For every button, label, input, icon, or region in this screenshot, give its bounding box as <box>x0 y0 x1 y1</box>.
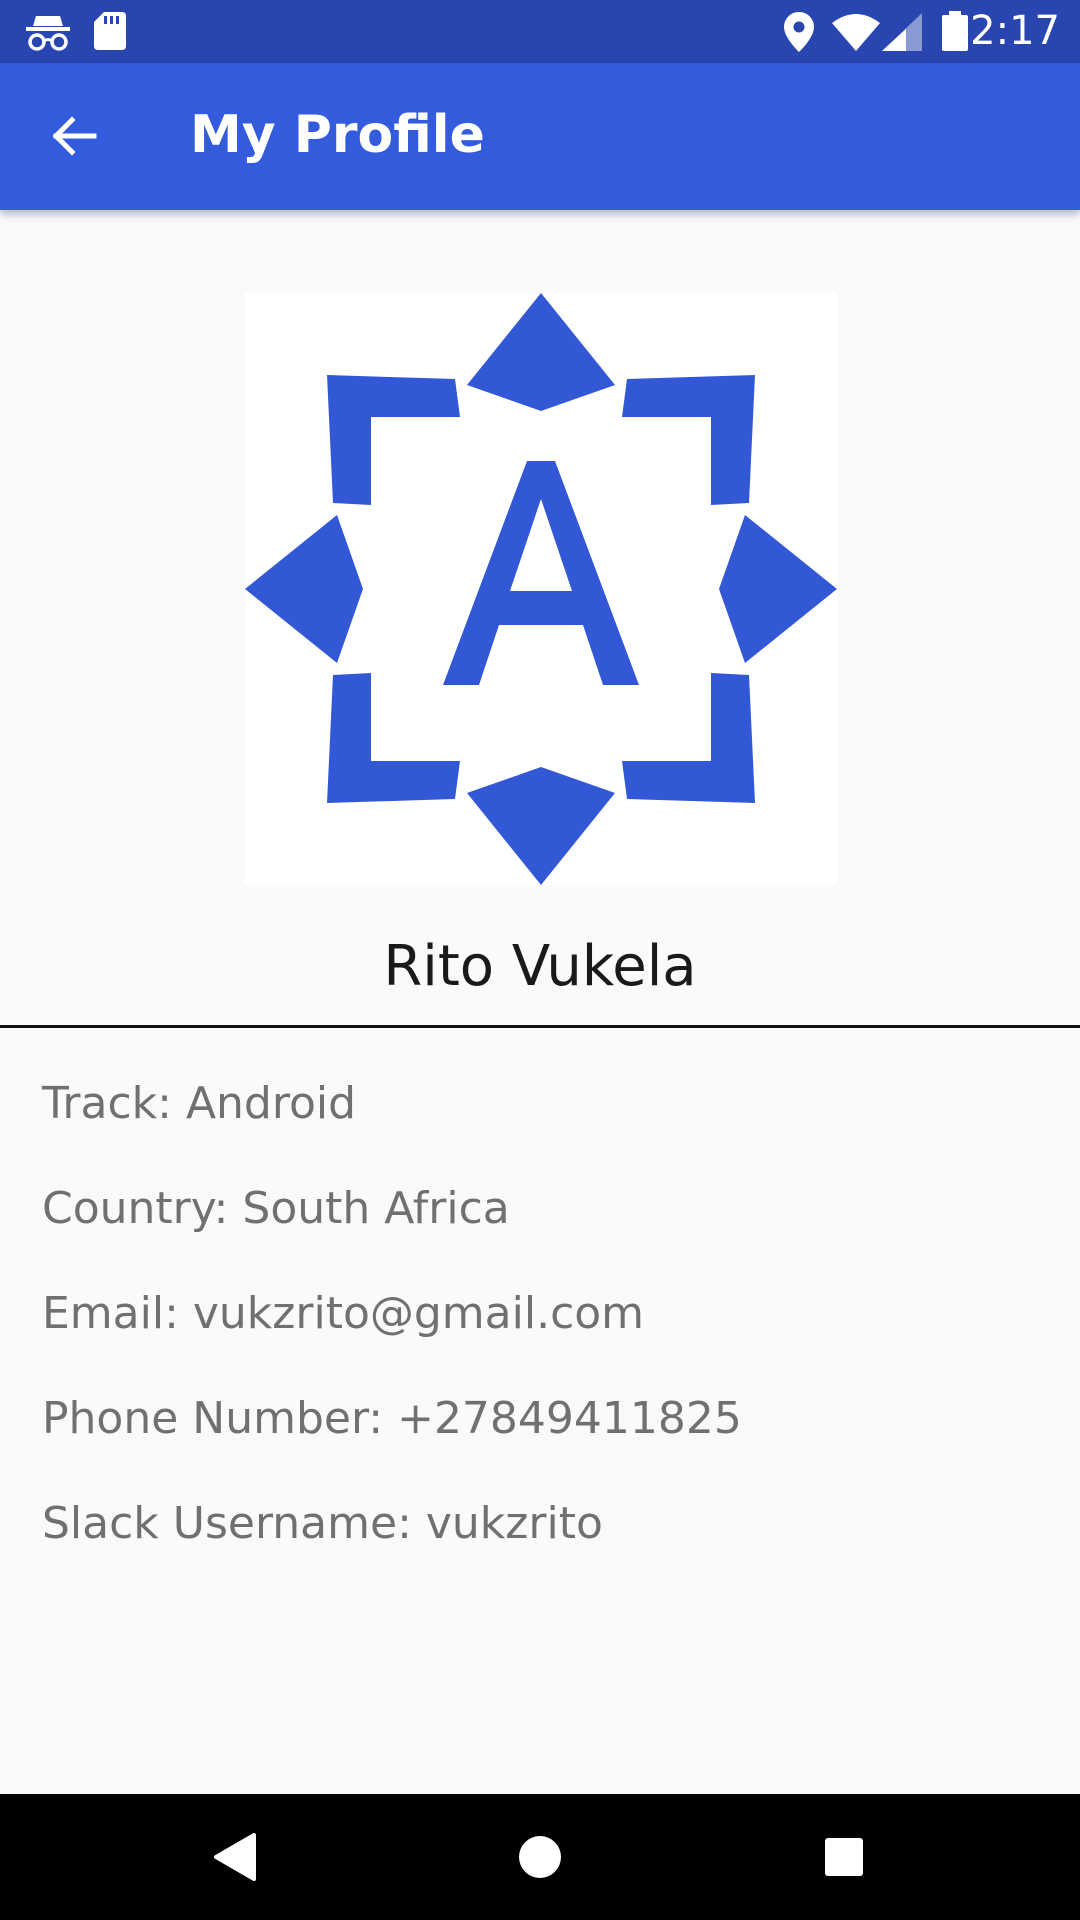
back-button[interactable] <box>30 96 118 176</box>
recents-square-icon <box>825 1838 863 1876</box>
nav-home-button[interactable] <box>490 1807 590 1907</box>
avatar <box>245 293 837 885</box>
location-icon <box>784 12 814 52</box>
status-bar: 2:17 <box>0 0 1080 63</box>
incognito-icon <box>26 16 70 51</box>
nav-back-button[interactable] <box>186 1807 286 1907</box>
slack-username-text: Slack Username: vukzrito <box>42 1498 603 1549</box>
battery-icon <box>942 11 968 51</box>
navigation-bar <box>0 1794 1080 1920</box>
profile-details: Track: Android Country: South Africa Ema… <box>42 1064 1042 1589</box>
star-a-logo-icon <box>245 293 837 885</box>
country-text: Country: South Africa <box>42 1183 510 1234</box>
wifi-icon <box>832 14 880 51</box>
track-text: Track: Android <box>42 1078 357 1129</box>
phone-number-text: Phone Number: +27849411825 <box>42 1393 742 1444</box>
home-circle-icon <box>519 1836 561 1878</box>
app-bar: My Profile <box>0 63 1080 210</box>
page-title: My Profile <box>190 105 485 165</box>
status-time: 2:17 <box>970 8 1060 54</box>
profile-name: Rito Vukela <box>383 934 697 999</box>
email-text: Email: vukzrito@gmail.com <box>42 1288 645 1339</box>
cell-signal-icon <box>882 13 922 51</box>
nav-recents-button[interactable] <box>794 1807 894 1907</box>
divider <box>0 1025 1080 1028</box>
back-triangle-icon <box>214 1833 256 1881</box>
sd-card-icon <box>94 12 126 50</box>
arrow-back-icon <box>52 116 97 156</box>
